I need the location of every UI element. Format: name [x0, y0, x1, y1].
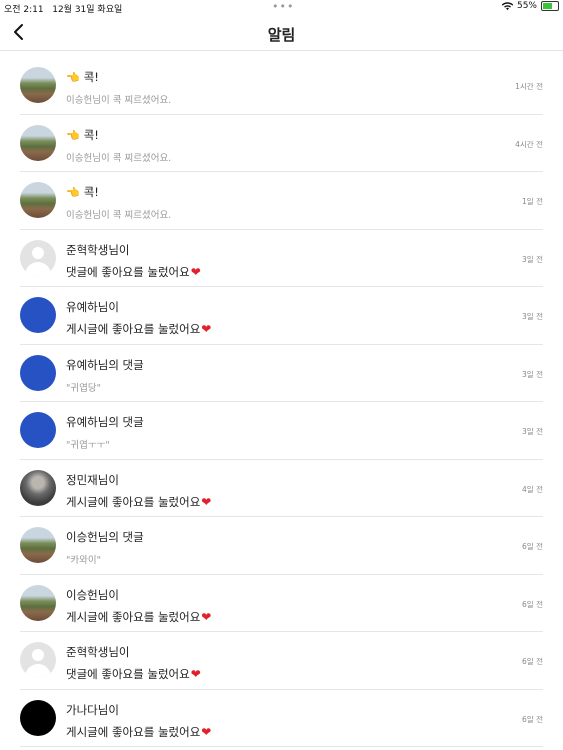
pointing-hand-icon: 👈 — [66, 186, 80, 199]
notification-message: 이승헌님이 콕 찌르셨어요. — [66, 152, 172, 164]
notification-item[interactable]: 👈 콕! 이승헌님이 콕 찌르셨어요. 1시간 전 — [20, 57, 543, 115]
avatar[interactable] — [20, 527, 56, 563]
nav-bar: 알림 — [0, 16, 563, 51]
notification-title: 👈 콕! — [66, 185, 99, 199]
wifi-icon — [501, 1, 513, 10]
notification-title: 이승헌님이 — [66, 587, 119, 602]
notification-item[interactable]: 유예하님의 댓글 "귀엽ㅜㅜ" 3일 전 — [20, 402, 543, 460]
avatar[interactable] — [20, 699, 56, 736]
avatar[interactable] — [20, 67, 56, 103]
notification-item[interactable]: 👈 콕! 이승헌님이 콕 찌르셨어요. 1일 전 — [20, 172, 543, 230]
notification-title: 👈 콕! — [66, 127, 99, 142]
heart-icon: ❤ — [201, 724, 212, 739]
pointing-hand-icon: 👈 — [66, 128, 80, 142]
avatar[interactable] — [20, 297, 56, 333]
heart-icon: ❤ — [190, 667, 201, 681]
notification-item[interactable]: 준혁학생님이댓글에 좋아요를 눌렀어요❤ 6일 전 — [20, 632, 543, 690]
notification-time: 4일 전 — [522, 484, 543, 494]
notification-item[interactable]: 이승헌님이게시글에 좋아요를 눌렀어요❤ 6일 전 — [20, 575, 543, 632]
notification-time: 3일 전 — [522, 369, 543, 379]
status-time: 오전 2:11 12월 31일 화요일 — [4, 5, 123, 15]
notification-title: 👈 콕! — [66, 70, 99, 84]
status-bar: 오전 2:11 12월 31일 화요일 ••• 55% — [0, 0, 563, 16]
avatar[interactable] — [20, 124, 56, 161]
notification-time: 4시간 전 — [515, 139, 543, 149]
notification-title: 이승헌님의 댓글 — [66, 530, 144, 544]
heart-icon: ❤ — [201, 494, 212, 509]
notification-title: 유예하님의 댓글 — [66, 415, 144, 429]
notification-title: 유예하님의 댓글 — [66, 357, 144, 372]
notification-message: 게시글에 좋아요를 눌렀어요❤ — [66, 322, 212, 336]
avatar[interactable] — [20, 642, 56, 678]
notification-message: 댓글에 좋아요를 눌렀어요❤ — [66, 667, 201, 681]
notification-item[interactable]: 유예하님의 댓글 "귀엽당" 3일 전 — [20, 345, 543, 402]
notification-message: 이승헌님이 콕 찌르셨어요. — [66, 210, 172, 221]
notification-time: 6일 전 — [522, 599, 543, 609]
avatar[interactable] — [20, 182, 56, 218]
heart-icon: ❤ — [190, 264, 201, 279]
notification-item[interactable]: 👈 콕! 이승헌님이 콕 찌르셨어요. 4시간 전 — [20, 115, 543, 172]
notification-time: 3일 전 — [522, 427, 543, 436]
notification-message: 댓글에 좋아요를 눌렀어요❤ — [66, 264, 201, 279]
heart-icon: ❤ — [201, 322, 212, 336]
notification-item[interactable]: 가나다님이게시글에 좋아요를 눌렀어요❤ 6일 전 — [20, 690, 543, 747]
avatar[interactable] — [20, 469, 56, 506]
notification-time: 3일 전 — [522, 254, 543, 264]
avatar[interactable] — [20, 584, 56, 621]
avatar[interactable] — [20, 354, 56, 391]
notification-message: "귀엽ㅜㅜ" — [66, 440, 110, 451]
notification-time: 6일 전 — [522, 657, 543, 666]
notification-title: 가나다님이 — [66, 702, 119, 717]
avatar[interactable] — [20, 412, 56, 448]
notification-title: 유예하님이 — [66, 300, 119, 314]
notification-message: 게시글에 좋아요를 눌렀어요❤ — [66, 609, 212, 624]
notification-message: 게시글에 좋아요를 눌렀어요❤ — [66, 724, 212, 739]
notification-item[interactable]: 정민재님이게시글에 좋아요를 눌렀어요❤ 4일 전 — [20, 460, 543, 517]
notification-message: "귀엽당" — [66, 382, 101, 394]
avatar[interactable] — [20, 239, 56, 276]
battery-icon — [541, 1, 559, 11]
pointing-hand-icon: 👈 — [66, 71, 80, 84]
notification-time: 6일 전 — [522, 714, 543, 724]
notification-message: 게시글에 좋아요를 눌렀어요❤ — [66, 494, 212, 509]
notification-item[interactable]: 이승헌님의 댓글 "카와이" 6일 전 — [20, 517, 543, 575]
notification-title: 준혁학생님이 — [66, 645, 130, 659]
notification-time: 1일 전 — [522, 197, 543, 206]
notification-message: 이승헌님이 콕 찌르셨어요. — [66, 95, 172, 106]
battery-percent: 55% — [516, 1, 537, 11]
notification-message: "카와이" — [66, 555, 101, 566]
page-title: 알림 — [267, 26, 296, 44]
heart-icon: ❤ — [201, 609, 212, 624]
notification-title: 준혁학생님이 — [66, 242, 130, 257]
status-right: 55% — [501, 1, 559, 11]
notification-title: 정민재님이 — [66, 472, 119, 487]
notification-time: 6일 전 — [522, 542, 543, 551]
notification-item[interactable]: 준혁학생님이댓글에 좋아요를 눌렀어요❤ 3일 전 — [20, 230, 543, 287]
notification-time: 1시간 전 — [515, 82, 543, 91]
notification-time: 3일 전 — [522, 312, 543, 321]
notification-list: 👈 콕! 이승헌님이 콕 찌르셨어요. 1시간 전 👈 콕! 이승헌님이 콕 찌르셨어요. 4… — [20, 51, 543, 747]
notification-item[interactable]: 유예하님이게시글에 좋아요를 눌렀어요❤ 3일 전 — [20, 287, 543, 345]
multitask-dots-icon[interactable]: ••• — [272, 0, 294, 13]
